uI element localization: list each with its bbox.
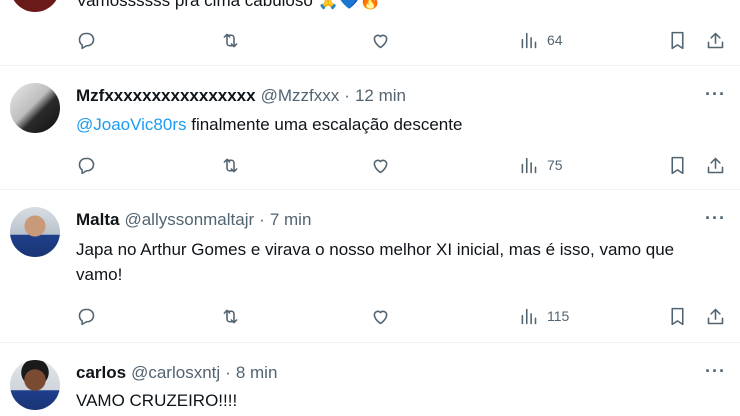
repost-icon bbox=[223, 33, 238, 47]
separator: · bbox=[225, 363, 231, 382]
like-button[interactable] bbox=[370, 153, 391, 177]
post-text: Japa no Arthur Gomes e virava o nosso me… bbox=[76, 240, 675, 284]
avatar[interactable] bbox=[10, 207, 60, 257]
reply-icon bbox=[78, 157, 95, 174]
like-icon bbox=[373, 310, 388, 324]
post-3[interactable]: carlos @carlosxntj · 8 min ··· VAMO CRUZ… bbox=[0, 343, 740, 416]
avatar[interactable] bbox=[10, 360, 60, 410]
avatar[interactable] bbox=[10, 0, 60, 12]
views-icon bbox=[521, 32, 537, 48]
post-1[interactable]: Mzfxxxxxxxxxxxxxxxx @Mzzfxxx · 12 min ··… bbox=[0, 66, 740, 190]
action-bar: 64 bbox=[0, 28, 740, 52]
post-time[interactable]: 7 min bbox=[270, 210, 312, 230]
repost-icon bbox=[223, 309, 238, 323]
separator: · bbox=[344, 86, 350, 105]
bookmark-button[interactable] bbox=[667, 28, 688, 52]
action-bar: 75 bbox=[0, 153, 740, 177]
views-icon bbox=[521, 157, 537, 173]
post-0[interactable]: Vamossssss pra cima cabuloso 🙏💙🔥 64 bbox=[0, 0, 740, 66]
separator: · bbox=[259, 210, 265, 229]
reply-button[interactable] bbox=[76, 28, 97, 52]
post-text: Vamossssss pra cima cabuloso 🙏💙🔥 bbox=[76, 0, 382, 10]
repost-button[interactable] bbox=[220, 304, 241, 328]
views-count: 64 bbox=[547, 32, 563, 48]
reply-button[interactable] bbox=[76, 153, 97, 177]
reply-icon bbox=[78, 308, 95, 325]
post-2[interactable]: Malta @allyssonmaltajr · 7 min ··· Japa … bbox=[0, 190, 740, 343]
post-text-content: finalmente uma escalação descente bbox=[186, 115, 463, 134]
views-count: 75 bbox=[547, 157, 563, 173]
bookmark-button[interactable] bbox=[667, 304, 688, 328]
post-time[interactable]: 12 min bbox=[355, 86, 406, 106]
like-icon bbox=[373, 34, 388, 48]
post-text: @JoaoVic80rs finalmente uma escalação de… bbox=[76, 112, 716, 137]
views-count: 115 bbox=[547, 308, 570, 324]
action-bar: 115 bbox=[0, 304, 740, 328]
post-header: Malta @allyssonmaltajr · 7 min bbox=[76, 210, 311, 230]
reply-icon bbox=[78, 32, 95, 49]
author-name[interactable]: Malta bbox=[76, 210, 119, 230]
repost-button[interactable] bbox=[220, 28, 241, 52]
more-options-icon[interactable]: ··· bbox=[705, 208, 726, 229]
author-handle[interactable]: @carlosxntj bbox=[131, 363, 220, 383]
bookmark-button[interactable] bbox=[667, 153, 688, 177]
repost-button[interactable] bbox=[220, 153, 241, 177]
author-handle[interactable]: @allyssonmaltajr bbox=[124, 210, 254, 230]
post-header: carlos @carlosxntj · 8 min bbox=[76, 363, 277, 383]
share-icon bbox=[707, 32, 724, 48]
share-button[interactable] bbox=[705, 28, 726, 52]
avatar[interactable] bbox=[10, 83, 60, 133]
views-icon bbox=[521, 308, 537, 324]
author-name[interactable]: Mzfxxxxxxxxxxxxxxxx bbox=[76, 86, 256, 106]
share-icon bbox=[707, 157, 724, 173]
post-header: Mzfxxxxxxxxxxxxxxxx @Mzzfxxx · 12 min bbox=[76, 86, 406, 106]
views-button[interactable]: 75 bbox=[518, 153, 563, 177]
bookmark-icon bbox=[671, 307, 684, 325]
repost-icon bbox=[223, 158, 238, 172]
reply-button[interactable] bbox=[76, 304, 97, 328]
like-button[interactable] bbox=[370, 304, 391, 328]
bookmark-icon bbox=[671, 156, 684, 174]
mention-link[interactable]: @JoaoVic80rs bbox=[76, 115, 187, 134]
views-button[interactable]: 115 bbox=[518, 304, 569, 328]
bookmark-icon bbox=[671, 31, 684, 49]
share-button[interactable] bbox=[705, 304, 726, 328]
like-button[interactable] bbox=[370, 28, 391, 52]
post-text: VAMO CRUZEIRO!!!! bbox=[76, 391, 238, 410]
like-icon bbox=[373, 159, 388, 173]
views-button[interactable]: 64 bbox=[518, 28, 563, 52]
share-button[interactable] bbox=[705, 153, 726, 177]
post-time[interactable]: 8 min bbox=[236, 363, 278, 383]
more-options-icon[interactable]: ··· bbox=[705, 361, 726, 382]
share-icon bbox=[707, 308, 724, 324]
more-options-icon[interactable]: ··· bbox=[705, 84, 726, 105]
author-handle[interactable]: @Mzzfxxx bbox=[261, 86, 340, 106]
author-name[interactable]: carlos bbox=[76, 363, 126, 383]
